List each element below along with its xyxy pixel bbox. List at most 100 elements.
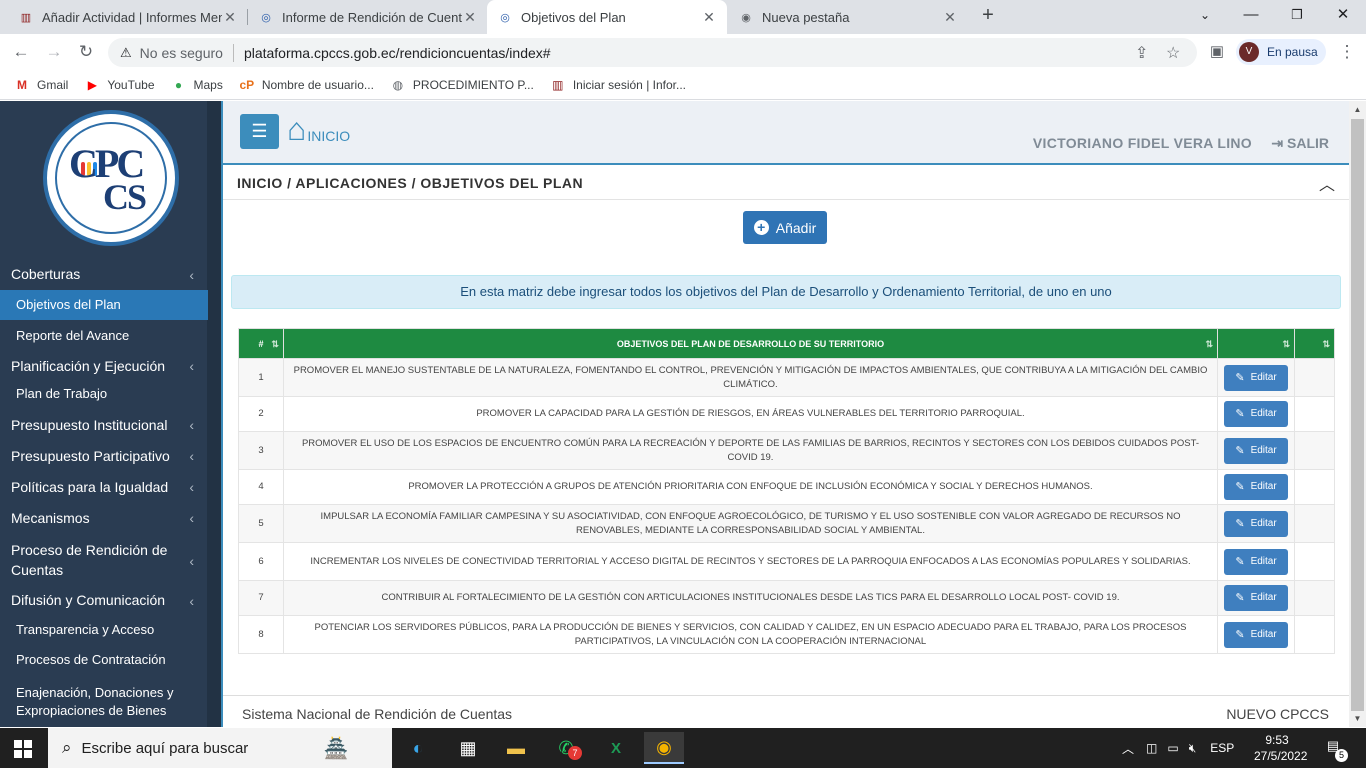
restore-icon[interactable]: ❐ [1274, 0, 1320, 32]
add-button[interactable]: + Añadir [743, 211, 827, 244]
table-row: 4 PROMOVER LA PROTECCIÓN A GRUPOS DE ATE… [238, 469, 1335, 505]
sidebar-item-objetivos-del-plan[interactable]: Objetivos del Plan [0, 290, 208, 320]
bookmark-username[interactable]: cP Nombre de usuario... [239, 77, 374, 93]
warning-icon[interactable]: ⚠ [120, 45, 132, 61]
sidebar-item-presupuesto-participativo[interactable]: Presupuesto Participativo ‹ [0, 440, 208, 471]
sidebar-item-coberturas[interactable]: Coberturas ‹ [0, 259, 208, 290]
system-clock[interactable]: 9:53 27/5/2022 [1254, 732, 1307, 764]
language-indicator[interactable]: ESP [1210, 741, 1234, 755]
row-objective: PROMOVER EL USO DE LOS ESPACIOS DE ENCUE… [282, 431, 1219, 470]
chevron-left-icon: ‹ [189, 417, 194, 433]
profile-button[interactable]: V En pausa [1236, 39, 1326, 65]
sidebar-item-procesos-contratacion[interactable]: Procesos de Contratación [0, 645, 208, 681]
column-header-number[interactable]: # ⇅ [238, 328, 284, 359]
sidebar-item-reporte-del-avance[interactable]: Reporte del Avance [0, 320, 208, 351]
side-panel-icon[interactable]: ▣ [1205, 40, 1229, 64]
scroll-down-icon[interactable]: ▼ [1349, 710, 1366, 727]
sidebar-item-proceso-rendicion[interactable]: Proceso de Rendición de Cuentas ‹ [0, 533, 208, 586]
home-link[interactable]: ⌂ INICIO [287, 113, 350, 145]
close-tab-icon[interactable]: ✕ [222, 9, 238, 26]
file-explorer-icon[interactable]: ▬ [496, 732, 536, 764]
back-arrow-icon[interactable]: ← [9, 40, 33, 64]
store-icon[interactable]: ▦ [448, 732, 488, 764]
chevron-up-icon[interactable]: ︿ [1122, 740, 1134, 757]
edit-icon: ✎ [1235, 592, 1245, 604]
edit-button[interactable]: ✎ Editar [1224, 621, 1289, 648]
sidebar-item-politicas-igualdad[interactable]: Políticas para la Igualdad ‹ [0, 471, 208, 502]
browser-tab-bar: ▥ Añadir Actividad | Informes Mens ✕ ◎ I… [0, 0, 1366, 34]
new-tab-button[interactable]: + [976, 4, 1000, 30]
breadcrumb: INICIO / APLICACIONES / OBJETIVOS DEL PL… [237, 175, 584, 191]
browser-tab-3-active[interactable]: ◎ Objetivos del Plan ✕ [487, 0, 727, 34]
sidebar-item-transparencia[interactable]: Transparencia y Acceso [0, 615, 208, 645]
battery-icon[interactable]: ▭ [1167, 741, 1178, 755]
forward-arrow-icon[interactable]: → [42, 40, 66, 64]
edit-button[interactable]: ✎ Editar [1224, 401, 1289, 427]
column-header-extra[interactable]: ⇅ [1294, 328, 1335, 359]
edit-icon: ✎ [1235, 628, 1245, 641]
close-tab-icon[interactable]: ✕ [942, 9, 958, 26]
sidebar-item-presupuesto-institucional[interactable]: Presupuesto Institucional ‹ [0, 410, 208, 440]
edit-button[interactable]: ✎ Editar [1224, 510, 1289, 537]
edit-button[interactable]: ✎ Editar [1224, 437, 1289, 464]
browser-tab-4[interactable]: ◉ Nueva pestaña ✕ [728, 0, 968, 34]
sidebar-item-enajenacion[interactable]: Enajenación, Donaciones y Expropiaciones… [0, 681, 208, 727]
chevron-left-icon: ‹ [189, 358, 194, 374]
column-header-objective[interactable]: OBJETIVOS DEL PLAN DE DESARROLLO DE SU T… [282, 328, 1219, 359]
sidebar-item-planificacion[interactable]: Planificación y Ejecución ‹ [0, 351, 208, 381]
camera-icon[interactable]: ◫ [1146, 741, 1157, 755]
close-window-icon[interactable]: ✕ [1320, 0, 1366, 32]
chevron-left-icon: ‹ [189, 592, 194, 609]
search-icon: ⌕ [62, 738, 72, 757]
chevron-up-icon[interactable]: ︿ [1319, 171, 1335, 195]
minimize-icon[interactable]: — [1228, 0, 1274, 32]
column-header-action[interactable]: ⇅ [1217, 328, 1296, 359]
bookmark-youtube[interactable]: ▶ YouTube [84, 77, 155, 93]
reload-icon[interactable]: ↻ [74, 40, 98, 64]
edit-button[interactable]: ✎ Editar [1224, 548, 1289, 575]
search-highlight-illustration-icon[interactable]: 🏯 [316, 732, 356, 764]
scrollbar-thumb[interactable] [1351, 119, 1364, 711]
sidebar-item-plan-de-trabajo[interactable]: Plan de Trabajo [0, 381, 208, 410]
menu-kebab-icon[interactable]: ⋮ [1335, 40, 1359, 64]
bookmark-iniciar-sesion[interactable]: ▥ Iniciar sesión | Infor... [550, 77, 686, 93]
chevron-left-icon: ‹ [189, 478, 194, 495]
close-tab-icon[interactable]: ✕ [462, 9, 478, 26]
table-row: 2 PROMOVER LA CAPACIDAD PARA LA GESTIÓN … [238, 396, 1335, 432]
footer-brand: NUEVO CPCCS [1226, 706, 1329, 722]
browser-tab-2[interactable]: ◎ Informe de Rendición de Cuentas ✕ [248, 0, 488, 34]
url-text[interactable]: plataforma.cpccs.gob.ec/rendicioncuentas… [244, 45, 551, 61]
bookmark-gmail[interactable]: M Gmail [14, 77, 68, 93]
cpccs-favicon-icon: ▥ [20, 11, 32, 24]
whatsapp-icon[interactable]: ✆ 7 [546, 732, 586, 764]
row-objective: IMPULSAR LA ECONOMÍA FAMILIAR CAMPESINA … [282, 504, 1219, 543]
chrome-icon[interactable]: ◉ [644, 732, 684, 764]
page-scrollbar[interactable]: ▲ ▼ [1349, 101, 1366, 727]
edit-icon: ✎ [1235, 517, 1245, 530]
sidebar-item-mecanismos[interactable]: Mecanismos ‹ [0, 502, 208, 533]
excel-icon[interactable]: X [596, 732, 636, 764]
scroll-up-icon[interactable]: ▲ [1349, 101, 1366, 118]
bookmark-maps[interactable]: ● Maps [171, 77, 223, 93]
windows-start-icon[interactable] [14, 740, 32, 758]
sort-icon: ⇅ [1322, 339, 1330, 349]
notification-icon[interactable]: ▤ 5 [1322, 738, 1348, 762]
bookmark-star-icon[interactable]: ☆ [1166, 43, 1180, 63]
security-label[interactable]: No es seguro [140, 45, 223, 61]
share-icon[interactable]: ⇪ [1135, 43, 1148, 63]
hamburger-menu-button[interactable]: ☰ [240, 114, 279, 149]
logout-button[interactable]: ⇥ SALIR [1271, 135, 1329, 152]
volume-mute-icon[interactable]: 🔇︎ [1189, 741, 1197, 756]
tab-search-icon[interactable]: ⌄ [1182, 0, 1228, 32]
close-tab-icon[interactable]: ✕ [701, 9, 717, 26]
edit-button[interactable]: ✎ Editar [1224, 364, 1289, 391]
edit-button[interactable]: ✎ Editar [1224, 474, 1289, 500]
address-bar[interactable]: ⚠ No es seguro plataforma.cpccs.gob.ec/r… [108, 38, 1197, 67]
bookmark-procedimiento[interactable]: ◍ PROCEDIMIENTO P... [390, 77, 534, 93]
edge-icon[interactable]: ◐ [398, 732, 438, 764]
browser-tab-1[interactable]: ▥ Añadir Actividad | Informes Mens ✕ [8, 0, 248, 34]
cpccs-logo: CPC CS [43, 110, 179, 246]
sidebar-item-difusion[interactable]: Difusión y Comunicación ‹ [0, 586, 208, 615]
row-number: 8 [238, 615, 284, 654]
edit-button[interactable]: ✎ Editar [1224, 585, 1289, 611]
